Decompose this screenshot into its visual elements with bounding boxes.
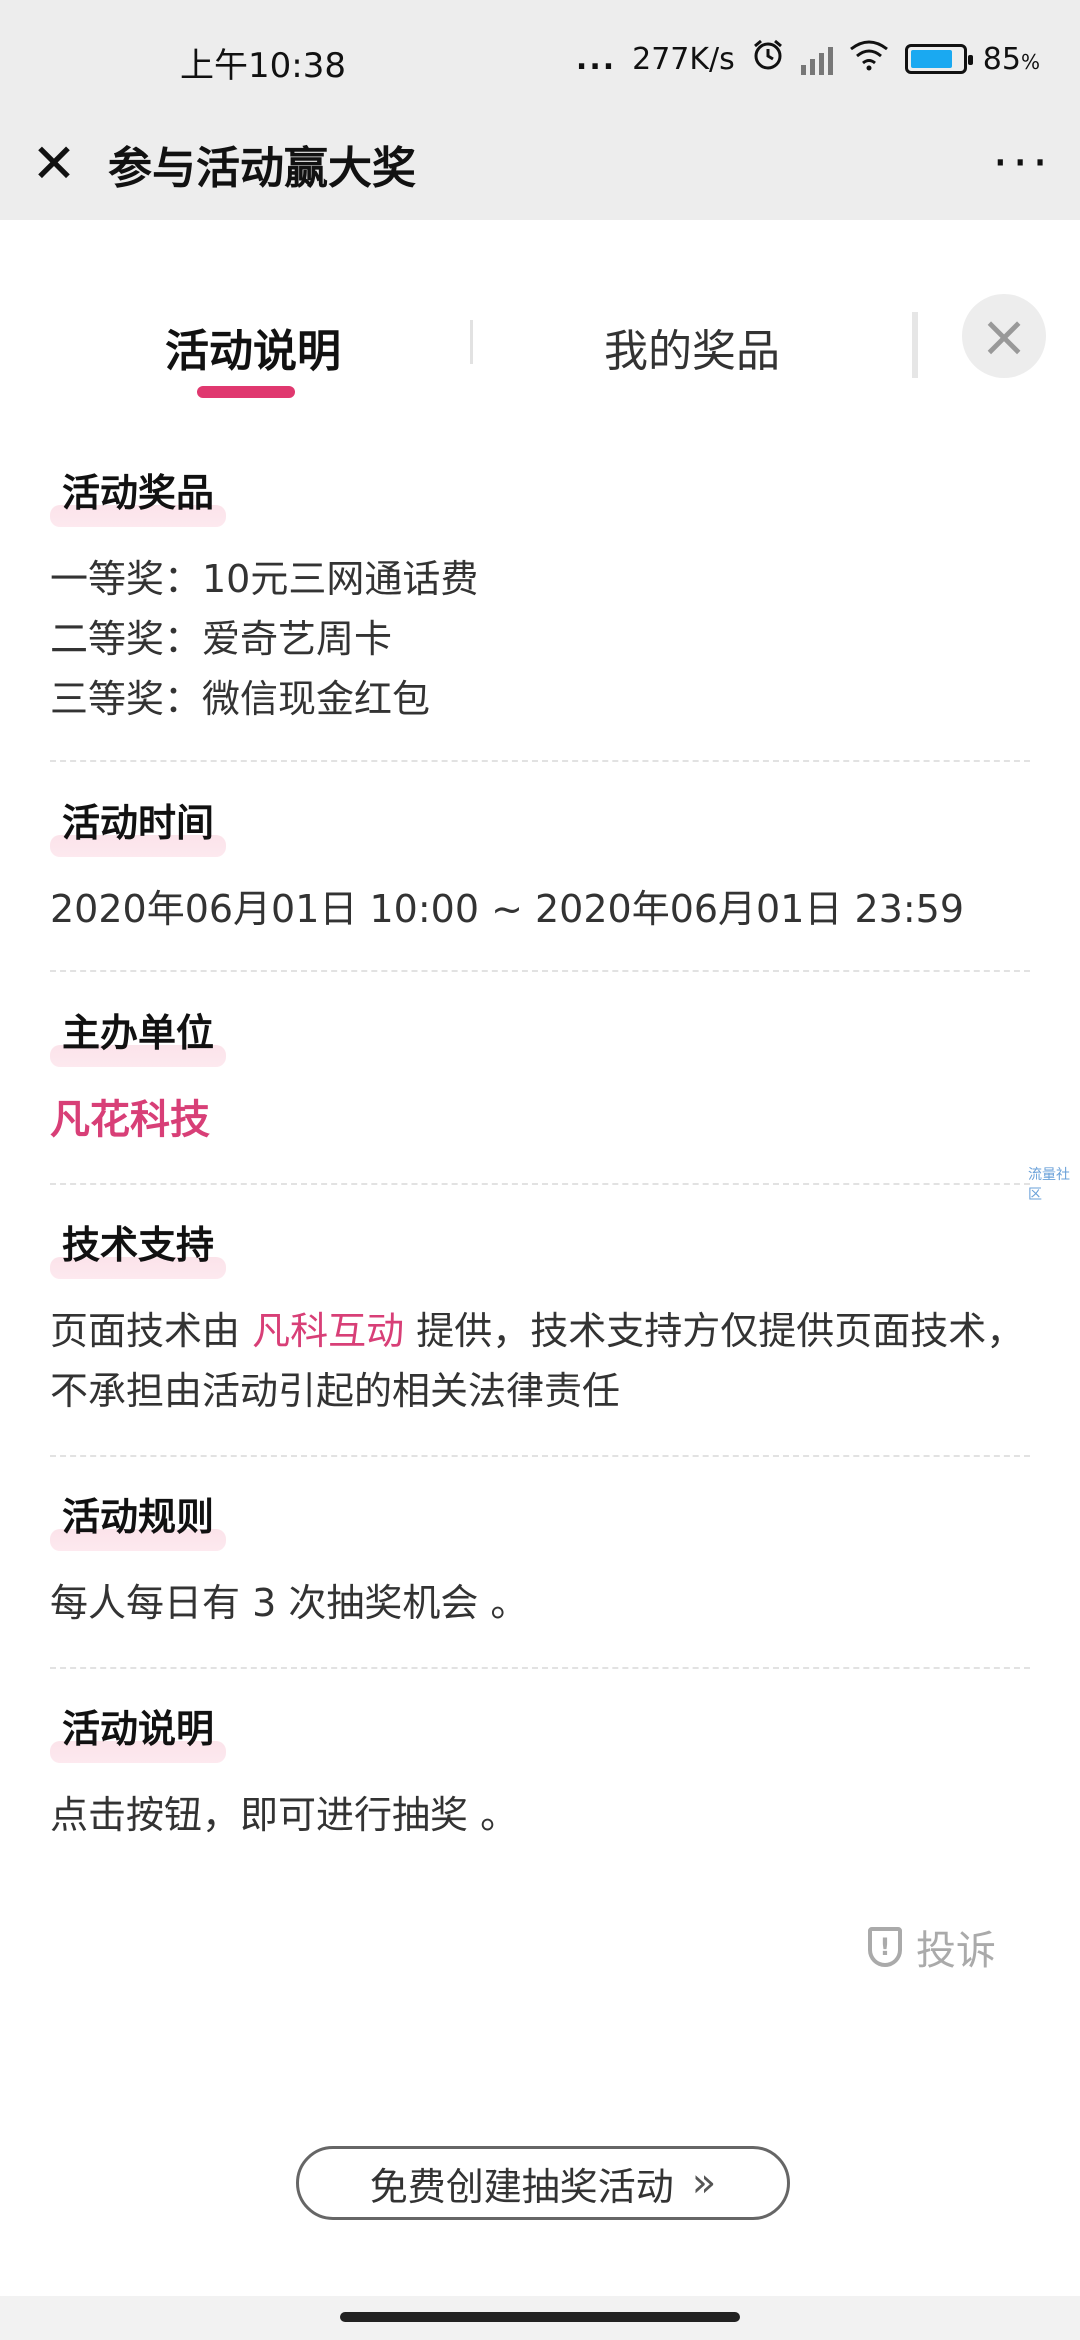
network-speed: 277K/s (632, 41, 735, 77)
section-time: 活动时间 2020年06月01日 10:00 ~ 2020年06月01日 23:… (50, 792, 1030, 939)
section-tech-support: 技术支持 页面技术由 凡科互动 提供，技术支持方仅提供页面技术，不承担由活动引起… (50, 1214, 1030, 1421)
tech-support-text: 页面技术由 凡科互动 提供，技术支持方仅提供页面技术，不承担由活动引起的相关法律… (50, 1309, 1025, 1413)
tab-bar: 活动说明 我的奖品 (0, 300, 1080, 410)
prize-second: 二等奖：爱奇艺周卡 (50, 617, 393, 661)
more-notifications-icon: ... (575, 41, 617, 77)
section-title: 活动奖品 (50, 462, 227, 527)
panel-close-button[interactable]: × (962, 294, 1046, 378)
divider (50, 970, 1030, 972)
organizer-name: 凡花科技 (50, 1097, 210, 1143)
page-title: 参与活动赢大奖 (108, 143, 416, 194)
alarm-icon (751, 38, 785, 80)
wifi-icon (849, 39, 889, 79)
watermark: 流量社区 (1028, 1167, 1070, 1203)
battery-icon (904, 44, 973, 74)
home-indicator[interactable] (340, 2312, 740, 2322)
tab-divider (470, 320, 473, 364)
description-text: 点击按钮，即可进行抽奖 。 (50, 1793, 519, 1837)
shield-alert-icon: ! (868, 1927, 902, 1967)
section-title: 活动规则 (50, 1486, 227, 1551)
divider (50, 760, 1030, 762)
tab-my-prizes[interactable]: 我的奖品 (604, 315, 780, 379)
section-prizes: 活动奖品 一等奖：10元三网通话费 二等奖：爱奇艺周卡 三等奖：微信现金红包 (50, 462, 1030, 729)
title-bar: ✕ 参与活动赢大奖 ··· (0, 120, 1080, 220)
create-button-label: 免费创建抽奖活动 (369, 2164, 674, 2209)
section-title: 活动时间 (50, 792, 227, 857)
tab-divider-right (912, 312, 918, 378)
create-lottery-button[interactable]: 免费创建抽奖活动 » (296, 2146, 790, 2220)
prize-first: 一等奖：10元三网通话费 (50, 557, 479, 601)
close-icon[interactable]: ✕ (30, 137, 78, 191)
section-title: 活动说明 (50, 1698, 227, 1763)
activity-time: 2020年06月01日 10:00 ~ 2020年06月01日 23:59 (50, 887, 965, 931)
section-title: 主办单位 (50, 1002, 227, 1067)
signal-icon (800, 43, 833, 75)
tab-activity-info[interactable]: 活动说明 (165, 315, 341, 379)
rules-text: 每人每日有 3 次抽奖机会 。 (50, 1581, 529, 1625)
section-description: 活动说明 点击按钮，即可进行抽奖 。 (50, 1698, 1030, 1845)
active-tab-indicator (197, 386, 295, 398)
tech-provider-link[interactable]: 凡科互动 (252, 1309, 404, 1353)
divider (50, 1183, 1030, 1185)
prize-third: 三等奖：微信现金红包 (50, 677, 431, 721)
divider (50, 1667, 1030, 1669)
status-time: 上午10:38 (180, 46, 346, 86)
section-organizer: 主办单位 凡花科技 (50, 1002, 1030, 1145)
more-options-icon[interactable]: ··· (992, 134, 1052, 192)
section-title: 技术支持 (50, 1214, 227, 1279)
complain-label: 投诉 (916, 1928, 996, 1974)
status-icons: ... 277K/s 85% (576, 38, 1040, 80)
section-rules: 活动规则 每人每日有 3 次抽奖机会 。 (50, 1486, 1030, 1633)
prize-list: 一等奖：10元三网通话费 二等奖：爱奇艺周卡 三等奖：微信现金红包 (50, 549, 1030, 729)
complain-button[interactable]: ! 投诉 (868, 1918, 996, 1976)
battery-level: 85% (982, 41, 1040, 77)
double-chevron-right-icon: » (691, 2160, 717, 2206)
divider (50, 1455, 1030, 1457)
status-bar: 上午10:38 ... 277K/s 85% (0, 0, 1080, 120)
